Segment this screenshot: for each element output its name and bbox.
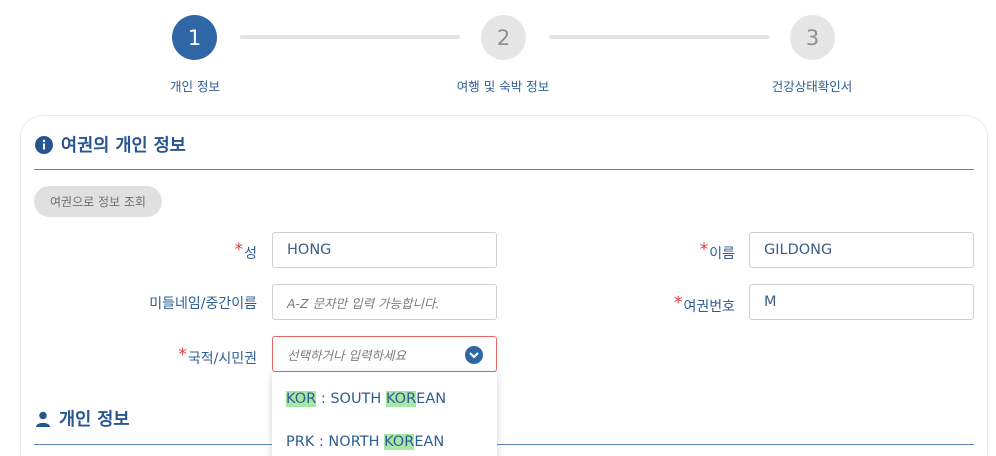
middle-name-input[interactable]: A-Z 문자만 입력 가능합니다.: [272, 284, 497, 320]
option-separator: : NORTH: [314, 434, 385, 450]
required-mark: *: [699, 240, 709, 260]
progress-stepper: 1 2 3 개인 정보 여행 및 숙박 정보 건강상태확인서: [0, 0, 996, 110]
required-mark: *: [673, 293, 683, 313]
step-3-label: 건강상태확인서: [771, 79, 853, 94]
given-name-label-text: 이름: [709, 246, 735, 262]
person-icon: [35, 411, 51, 427]
section-divider: [34, 444, 974, 445]
highlight-match: KOR: [385, 391, 417, 407]
step-2-label: 여행 및 숙박 정보: [456, 79, 550, 94]
step-2-circle[interactable]: 2: [481, 15, 526, 60]
option-code: PRK: [286, 434, 315, 450]
dropdown-option-prk[interactable]: PRK : NORTH KOREAN: [286, 434, 444, 450]
dropdown-option-kor[interactable]: KOR : SOUTH KOREAN: [286, 391, 446, 407]
surname-label-text: 성: [244, 246, 257, 262]
nationality-placeholder: 선택하거나 입력하세요: [287, 347, 406, 363]
surname-label: *성: [235, 240, 257, 263]
surname-input[interactable]: HONG: [272, 232, 497, 268]
step-3-circle[interactable]: 3: [790, 15, 835, 60]
personal-section-title: 개인 정보: [35, 406, 130, 431]
option-rest: EAN: [416, 391, 447, 407]
nationality-select[interactable]: 선택하거나 입력하세요: [272, 336, 497, 372]
given-name-label: *이름: [700, 240, 735, 263]
required-mark: *: [178, 345, 187, 365]
nationality-label-text: 국적/시민권: [187, 351, 257, 367]
step-connector-2-3: [549, 35, 769, 39]
passport-section-title-text: 여권의 개인 정보: [61, 136, 186, 156]
passport-lookup-button[interactable]: 여권으로 정보 조회: [34, 186, 162, 217]
highlight-match: KOR: [286, 391, 317, 407]
required-mark: *: [234, 240, 244, 260]
passport-number-input[interactable]: M: [749, 284, 974, 320]
nationality-label: *국적/시민권: [178, 345, 257, 368]
personal-section-title-text: 개인 정보: [59, 410, 130, 430]
option-rest: EAN: [414, 434, 445, 450]
option-separator: : SOUTH: [316, 391, 386, 407]
step-1-label: 개인 정보: [170, 79, 220, 94]
highlight-match: KOR: [384, 434, 415, 450]
step-1-circle[interactable]: 1: [172, 15, 217, 60]
given-name-input[interactable]: GILDONG: [749, 232, 974, 268]
passport-number-label: *여권번호: [674, 293, 735, 316]
middle-name-label: 미들네임/중간이름: [149, 296, 257, 312]
section-divider: [34, 169, 974, 170]
passport-number-label-text: 여권번호: [683, 299, 735, 315]
info-icon: [35, 135, 53, 154]
passport-section-title: 여권의 개인 정보: [35, 132, 186, 157]
step-connector-1-2: [240, 35, 460, 39]
chevron-down-icon[interactable]: [465, 346, 483, 364]
nationality-dropdown: KOR : SOUTH KOREAN PRK : NORTH KOREAN: [272, 372, 497, 456]
